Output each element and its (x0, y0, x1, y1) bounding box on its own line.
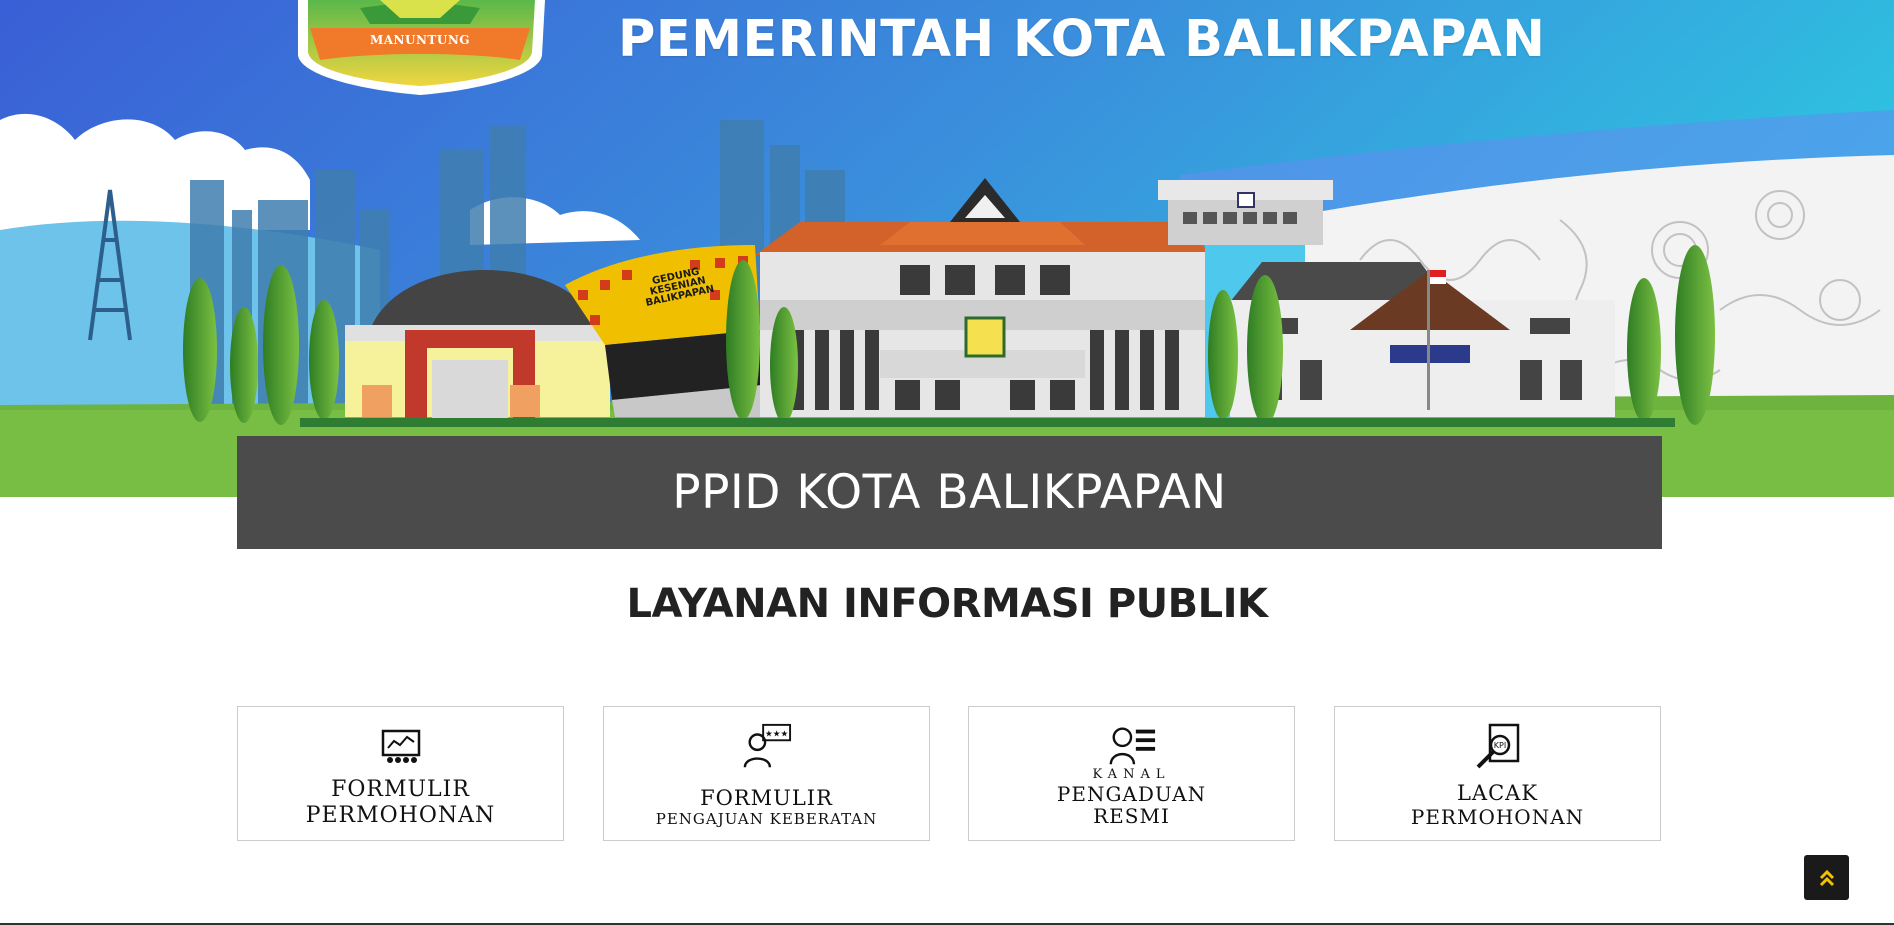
svg-text:★★★: ★★★ (764, 729, 787, 739)
card-label-line3: RESMI (1093, 804, 1170, 828)
card-label-line2: PENGADUAN (1056, 782, 1207, 806)
person-list-icon (1107, 723, 1157, 767)
double-chevron-up-icon (1819, 869, 1834, 886)
svg-text:KPI: KPI (1493, 741, 1505, 750)
scroll-to-top-button[interactable] (1804, 855, 1849, 900)
card-label-line1: LACAK (1456, 781, 1539, 805)
ppid-title-bar: PPID KOTA BALIKPAPAN (237, 436, 1662, 549)
government-title: PEMERINTAH KOTA BALIKPAPAN (618, 10, 1546, 69)
formulir-permohonan-card[interactable]: FORMULIR PERMOHONAN (237, 706, 564, 841)
card-label-line1: KANAL (1092, 767, 1171, 782)
lacak-permohonan-card[interactable]: KPI LACAK PERMOHONAN (1334, 706, 1661, 841)
ppid-title: PPID KOTA BALIKPAPAN (672, 465, 1227, 520)
card-label-line1: FORMULIR (331, 777, 470, 802)
card-label-line2: PERMOHONAN (305, 803, 496, 828)
card-label-line1: FORMULIR (700, 786, 833, 810)
kpi-search-icon: KPI (1473, 723, 1523, 769)
presentation-board-icon (376, 725, 426, 769)
person-rating-icon: ★★★ (742, 723, 792, 769)
kanal-pengaduan-card[interactable]: KANAL PENGADUAN RESMI (968, 706, 1295, 841)
formulir-keberatan-card[interactable]: ★★★ FORMULIR PENGAJUAN KEBERATAN (603, 706, 930, 841)
card-label-line2: PENGAJUAN KEBERATAN (655, 810, 878, 828)
crest-ribbon-text: MANUNTUNG (369, 33, 471, 47)
card-label-line2: PERMOHONAN (1410, 805, 1585, 829)
city-illustration (0, 0, 1894, 497)
hero-banner: PEMERINTAH KOTA BALIKPAPAN MANUNTUNG GED… (0, 0, 1894, 497)
section-heading: LAYANAN INFORMASI PUBLIK (626, 581, 1268, 627)
